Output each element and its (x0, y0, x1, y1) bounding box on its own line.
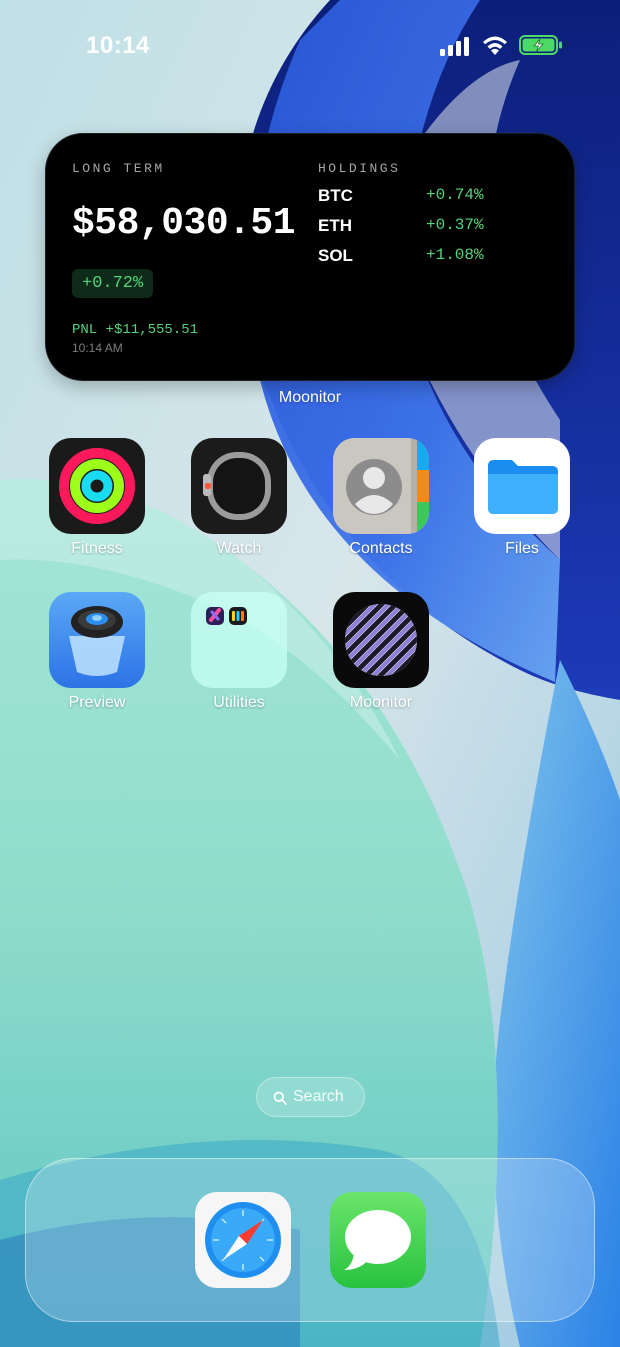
status-bar: 10:14 (0, 0, 620, 90)
app-moonitor[interactable]: Moonitor (326, 592, 436, 732)
app-label: Files (505, 540, 539, 557)
app-watch[interactable]: Watch (184, 438, 294, 578)
app-utilities-folder[interactable]: Utilities (184, 592, 294, 732)
holding-change: +0.74% (426, 186, 484, 204)
wifi-icon (480, 34, 510, 56)
app-label: Contacts (349, 540, 413, 557)
pnl-text: PNL +$11,555.51 (72, 322, 199, 338)
portfolio-value: $58,030.51 (72, 202, 296, 245)
messages-bubble-icon (344, 1210, 411, 1270)
app-label: Preview (68, 694, 126, 711)
search-icon (273, 1091, 287, 1105)
folder-group-icon (191, 592, 287, 688)
portfolio-label: LONG TERM (72, 161, 165, 176)
app-label: Moonitor (349, 694, 413, 711)
contacts-icon (333, 438, 429, 534)
dock (25, 1158, 595, 1322)
holding-symbol: SOL (318, 246, 353, 265)
cellular-signal-icon (440, 36, 472, 56)
holding-row: SOL +1.08% (318, 246, 508, 270)
spotlight-search-button[interactable]: Search (256, 1077, 365, 1117)
search-label: Search (293, 1088, 344, 1105)
portfolio-change-badge: +0.72% (72, 269, 154, 298)
dock-app-messages[interactable] (330, 1192, 426, 1288)
safari-compass-icon (205, 1202, 281, 1278)
updated-time: 10:14 AM (72, 341, 123, 355)
moonitor-widget[interactable]: LONG TERM $58,030.51 +0.72% PNL +$11,555… (45, 133, 575, 381)
holdings-label: HOLDINGS (318, 161, 401, 176)
battery-charging-icon (519, 35, 563, 55)
holding-change: +1.08% (426, 246, 484, 264)
folder-icon (474, 438, 570, 534)
holding-symbol: ETH (318, 216, 352, 235)
holding-change: +0.37% (426, 216, 484, 234)
preview-icon (49, 592, 145, 688)
moonitor-icon (333, 592, 429, 688)
app-label: Watch (216, 540, 262, 557)
app-label: Utilities (213, 694, 265, 711)
app-files[interactable]: Files (467, 438, 577, 578)
holding-row: ETH +0.37% (318, 216, 508, 240)
widget-label: Moonitor (278, 389, 342, 406)
status-time: 10:14 (86, 32, 150, 59)
app-fitness[interactable]: Fitness (42, 438, 152, 578)
dock-app-safari[interactable] (195, 1192, 291, 1288)
holding-symbol: BTC (318, 186, 353, 205)
app-label: Fitness (71, 540, 123, 557)
app-contacts[interactable]: Contacts (326, 438, 436, 578)
watch-icon (191, 438, 287, 534)
fitness-rings-icon (49, 438, 145, 534)
holding-row: BTC +0.74% (318, 186, 508, 210)
app-preview[interactable]: Preview (42, 592, 152, 732)
